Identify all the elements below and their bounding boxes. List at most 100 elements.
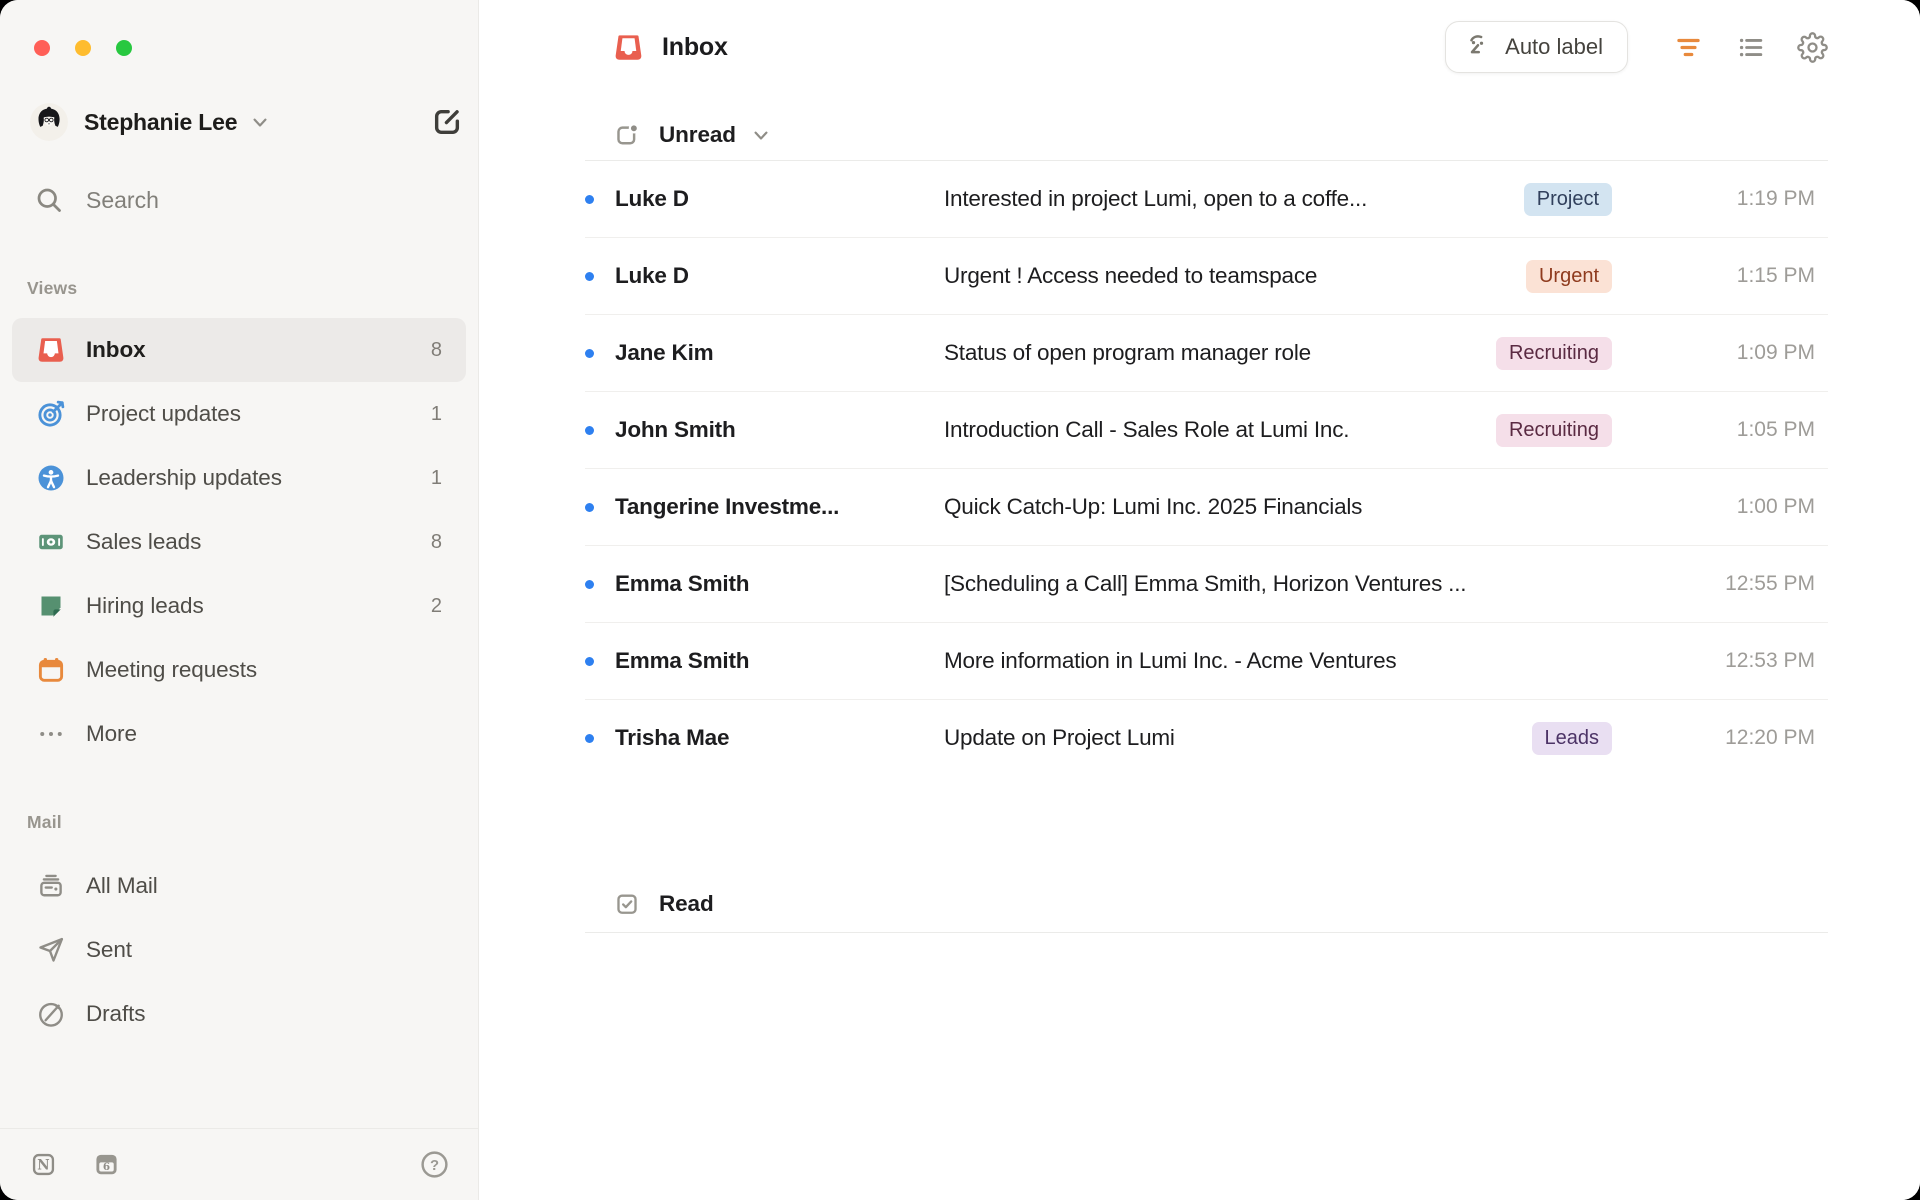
email-sender: Tangerine Investme... [615, 494, 944, 520]
read-label: Read [659, 891, 714, 917]
help-icon[interactable]: ? [419, 1149, 450, 1180]
sidebar-item-label: Leadership updates [86, 465, 282, 491]
app-window: Stephanie Lee Search Views Inbox 8 Project… [0, 0, 1920, 1200]
email-sender: Luke D [615, 186, 944, 212]
chevron-down-icon [247, 109, 273, 135]
mail-section-label: Mail [27, 812, 62, 833]
sidebar-item-drafts[interactable]: Drafts [12, 982, 466, 1046]
list-view-icon[interactable] [1735, 32, 1766, 63]
unread-count: 1 [431, 467, 442, 490]
unread-dot [585, 426, 594, 435]
views-section-label: Views [27, 278, 77, 299]
zoom-window-button[interactable] [116, 40, 132, 56]
unread-dot [585, 195, 594, 204]
label-badge: Recruiting [1496, 414, 1612, 447]
compose-button[interactable] [430, 105, 464, 139]
email-time: 12:20 PM [1698, 726, 1828, 750]
email-time: 12:53 PM [1698, 649, 1828, 673]
email-row[interactable]: Luke DInterested in project Lumi, open t… [585, 161, 1828, 238]
close-window-button[interactable] [34, 40, 50, 56]
email-row[interactable]: John SmithIntroduction Call - Sales Role… [585, 392, 1828, 469]
unread-icon [613, 121, 641, 149]
email-subject: Quick Catch-Up: Lumi Inc. 2025 Financial… [944, 494, 1698, 520]
filter-icon[interactable] [1673, 32, 1704, 63]
account-switcher[interactable]: Stephanie Lee [30, 100, 464, 144]
label-badge: Project [1524, 183, 1612, 216]
search-icon [34, 185, 64, 215]
sidebar-item-all-mail[interactable]: All Mail [12, 854, 466, 918]
note-icon [36, 591, 66, 621]
email-subject: Status of open program manager role [944, 340, 1496, 366]
gear-icon[interactable] [1797, 32, 1828, 63]
read-group-header[interactable]: Read [585, 876, 1828, 933]
sidebar-item-inbox[interactable]: Inbox 8 [12, 318, 466, 382]
auto-label-button[interactable]: Auto label [1445, 21, 1628, 73]
sidebar-item-label: More [86, 721, 137, 747]
email-row[interactable]: Emma Smith[Scheduling a Call] Emma Smith… [585, 546, 1828, 623]
dots-icon [36, 719, 66, 749]
unread-count: 8 [431, 531, 442, 554]
email-time: 12:55 PM [1698, 572, 1828, 596]
all-mail-icon [36, 871, 66, 901]
sidebar: Stephanie Lee Search Views Inbox 8 Project… [0, 0, 479, 1200]
email-row[interactable]: Trisha MaeUpdate on Project LumiLeads12:… [585, 700, 1828, 776]
sidebar-item-hiring-leads[interactable]: Hiring leads2 [12, 574, 466, 638]
sent-icon [36, 935, 66, 965]
email-subject: Urgent ! Access needed to teamspace [944, 263, 1526, 289]
svg-text:?: ? [430, 1158, 439, 1174]
sidebar-item-more[interactable]: More [12, 702, 466, 766]
calendar-app-icon[interactable]: 6 [91, 1149, 122, 1180]
money-icon [36, 527, 66, 557]
unread-dot [585, 657, 594, 666]
email-sender: Emma Smith [615, 648, 944, 674]
email-sender: Luke D [615, 263, 944, 289]
target-icon [36, 399, 66, 429]
main-panel: Inbox Auto label Unread Luk [479, 0, 1920, 1200]
sidebar-item-label: Meeting requests [86, 657, 257, 683]
sidebar-item-project-updates[interactable]: Project updates1 [12, 382, 466, 446]
email-row[interactable]: Luke DUrgent ! Access needed to teamspac… [585, 238, 1828, 315]
inbox-icon [36, 335, 66, 365]
email-row[interactable]: Emma SmithMore information in Lumi Inc. … [585, 623, 1828, 700]
views-list: Inbox8Project updates1Leadership updates… [12, 318, 466, 766]
email-sender: John Smith [615, 417, 944, 443]
label-badge: Urgent [1526, 260, 1612, 293]
email-subject: More information in Lumi Inc. - Acme Ven… [944, 648, 1698, 674]
window-controls [34, 40, 132, 56]
sidebar-item-sales-leads[interactable]: Sales leads 8 [12, 510, 466, 574]
label-badge: Leads [1532, 722, 1613, 755]
email-time: 1:15 PM [1698, 264, 1828, 288]
inbox-icon [613, 32, 644, 63]
email-row[interactable]: Jane KimStatus of open program manager r… [585, 315, 1828, 392]
notion-logo-icon[interactable]: N [28, 1149, 59, 1180]
unread-group-header[interactable]: Unread [585, 110, 1828, 161]
unread-dot [585, 503, 594, 512]
email-time: 1:05 PM [1698, 418, 1828, 442]
email-sender: Jane Kim [615, 340, 944, 366]
mail-list: All Mail SentDrafts [12, 854, 466, 1046]
unread-dot [585, 580, 594, 589]
sidebar-item-label: All Mail [86, 873, 158, 899]
email-time: 1:19 PM [1698, 187, 1828, 211]
sidebar-item-meeting-requests[interactable]: Meeting requests [12, 638, 466, 702]
sidebar-item-sent[interactable]: Sent [12, 918, 466, 982]
minimize-window-button[interactable] [75, 40, 91, 56]
email-row[interactable]: Tangerine Investme...Quick Catch-Up: Lum… [585, 469, 1828, 546]
email-sender: Trisha Mae [615, 725, 944, 751]
sidebar-item-leadership-updates[interactable]: Leadership updates 1 [12, 446, 466, 510]
svg-text:6: 6 [103, 1161, 110, 1173]
avatar [30, 103, 68, 141]
sidebar-item-label: Project updates [86, 401, 241, 427]
unread-count: 2 [431, 595, 442, 618]
auto-label-text: Auto label [1505, 34, 1603, 60]
unread-dot [585, 349, 594, 358]
accessibility-icon [36, 463, 66, 493]
email-sender: Emma Smith [615, 571, 944, 597]
sidebar-item-label: Sales leads [86, 529, 201, 555]
sidebar-item-label: Inbox [86, 337, 146, 363]
email-time: 1:00 PM [1698, 495, 1828, 519]
calendar-icon [36, 655, 66, 685]
label-badge: Recruiting [1496, 337, 1612, 370]
search-button[interactable]: Search [34, 178, 159, 222]
unread-count: 8 [431, 339, 442, 362]
